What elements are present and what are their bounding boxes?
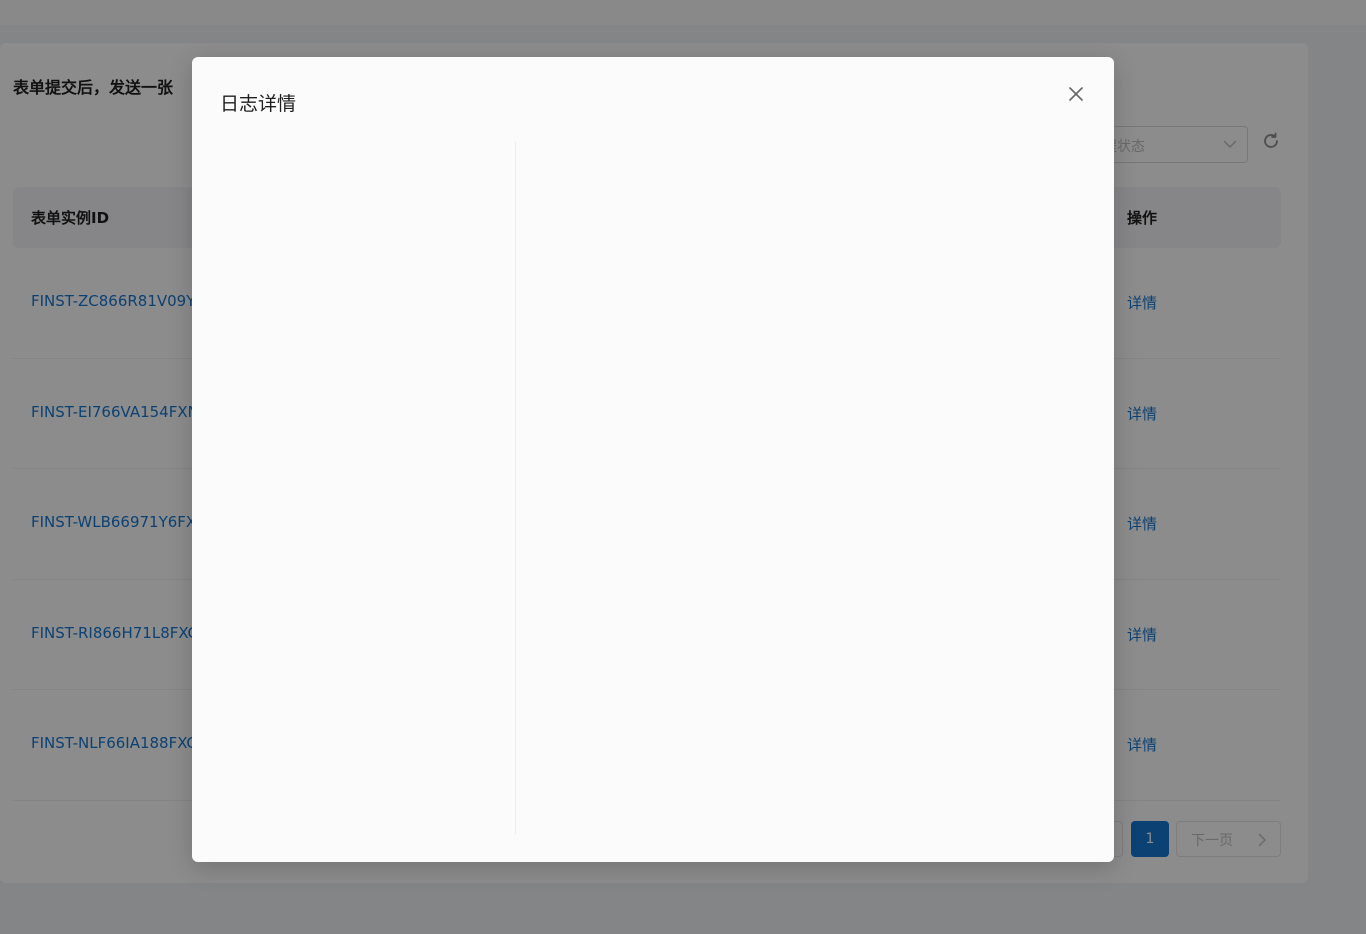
close-icon[interactable] (1067, 85, 1085, 103)
log-tree-panel (192, 142, 515, 834)
page: 表单提交后，发送一张 选择流程状态 表单实例ID 操作 FINST-ZC866R… (0, 0, 1366, 934)
log-content-panel (516, 142, 1114, 834)
modal-title: 日志详情 (220, 93, 297, 115)
log-detail-modal: 日志详情 (192, 57, 1114, 862)
